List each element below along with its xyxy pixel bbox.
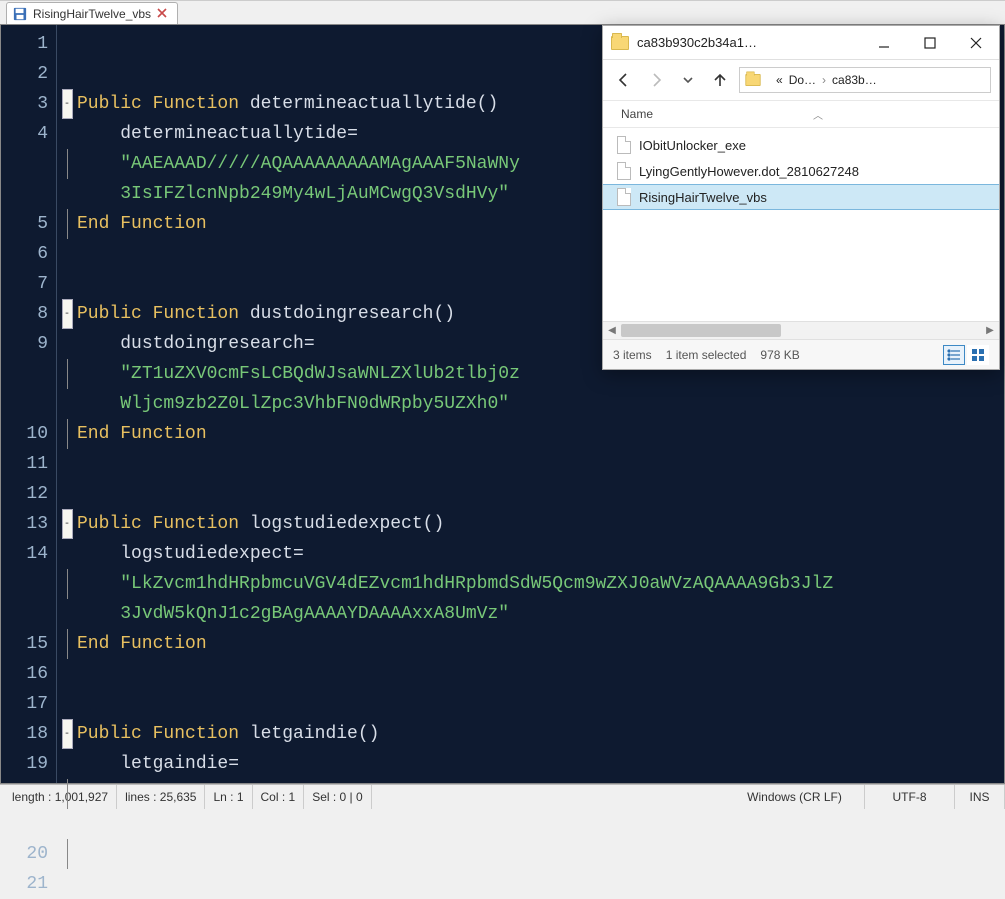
status-encoding[interactable]: UTF-8: [865, 785, 955, 809]
status-col: Col : 1: [253, 785, 305, 809]
file-icon: [617, 162, 631, 180]
status-insert[interactable]: INS: [955, 785, 1005, 809]
explorer-navbar: « Do… › ca83b…: [603, 60, 999, 100]
file-list[interactable]: IObitUnlocker_exe LyingGentlyHowever.dot_…: [603, 128, 999, 321]
status-item-count: 3 items: [613, 348, 652, 362]
sort-arrow-icon: ︿: [813, 107, 823, 122]
breadcrumb-prefix: «: [776, 73, 783, 87]
scroll-thumb[interactable]: [621, 324, 781, 337]
tab-close-icon[interactable]: [157, 7, 167, 21]
file-name: RisingHairTwelve_vbs: [639, 190, 767, 205]
editor-tabbar: RisingHairTwelve_vbs: [0, 0, 1005, 24]
status-sel: Sel : 0 | 0: [304, 785, 371, 809]
list-item[interactable]: LyingGentlyHowever.dot_2810627248: [603, 158, 999, 184]
fold-column[interactable]: - - - -: [57, 25, 77, 783]
explorer-statusbar: 3 items 1 item selected 978 KB: [603, 339, 999, 369]
fold-toggle[interactable]: -: [62, 719, 73, 749]
editor-statusbar: length : 1,001,927 lines : 25,635 Ln : 1…: [0, 784, 1005, 809]
tab-label: RisingHairTwelve_vbs: [33, 7, 151, 21]
horizontal-scrollbar[interactable]: ◀ ▶: [603, 321, 999, 339]
explorer-titlebar[interactable]: ca83b930c2b34a1…: [603, 26, 999, 60]
folder-icon: [611, 36, 629, 50]
scroll-left-icon[interactable]: ◀: [603, 322, 621, 339]
file-icon: [617, 188, 631, 206]
maximize-button[interactable]: [907, 26, 953, 59]
view-details-button[interactable]: [943, 345, 965, 365]
fold-toggle[interactable]: -: [62, 299, 73, 329]
nav-forward-button[interactable]: [643, 67, 669, 93]
save-icon: [13, 7, 27, 21]
address-bar[interactable]: « Do… › ca83b…: [739, 67, 991, 93]
explorer-title: ca83b930c2b34a1…: [637, 35, 861, 50]
nav-recent-button[interactable]: [675, 67, 701, 93]
breadcrumb-sep: ›: [822, 73, 826, 87]
status-ln: Ln : 1: [205, 785, 252, 809]
nav-back-button[interactable]: [611, 67, 637, 93]
column-name[interactable]: Name: [621, 107, 653, 121]
file-name: LyingGentlyHowever.dot_2810627248: [639, 164, 859, 179]
tab-active[interactable]: RisingHairTwelve_vbs: [6, 2, 178, 24]
folder-icon: [745, 74, 760, 86]
file-name: IObitUnlocker_exe: [639, 138, 746, 153]
close-button[interactable]: [953, 26, 999, 59]
nav-up-button[interactable]: [707, 67, 733, 93]
file-explorer-window[interactable]: ca83b930c2b34a1… « Do… › ca83b… Name ︿ I…: [602, 25, 1000, 370]
view-icons-button[interactable]: [967, 345, 989, 365]
fold-toggle[interactable]: -: [62, 89, 73, 119]
status-size: 978 KB: [760, 348, 799, 362]
breadcrumb-seg1[interactable]: Do…: [789, 73, 816, 87]
list-item[interactable]: IObitUnlocker_exe: [603, 132, 999, 158]
minimize-button[interactable]: [861, 26, 907, 59]
list-item[interactable]: RisingHairTwelve_vbs: [603, 184, 999, 210]
status-lines: lines : 25,635: [117, 785, 205, 809]
column-header[interactable]: Name ︿: [603, 100, 999, 128]
line-number-gutter: 123456789101112131415161718192021: [1, 25, 57, 783]
file-icon: [617, 136, 631, 154]
fold-toggle[interactable]: -: [62, 509, 73, 539]
status-selection: 1 item selected: [666, 348, 747, 362]
breadcrumb-seg2[interactable]: ca83b…: [832, 73, 877, 87]
status-eol[interactable]: Windows (CR LF): [725, 785, 865, 809]
scroll-right-icon[interactable]: ▶: [981, 322, 999, 339]
